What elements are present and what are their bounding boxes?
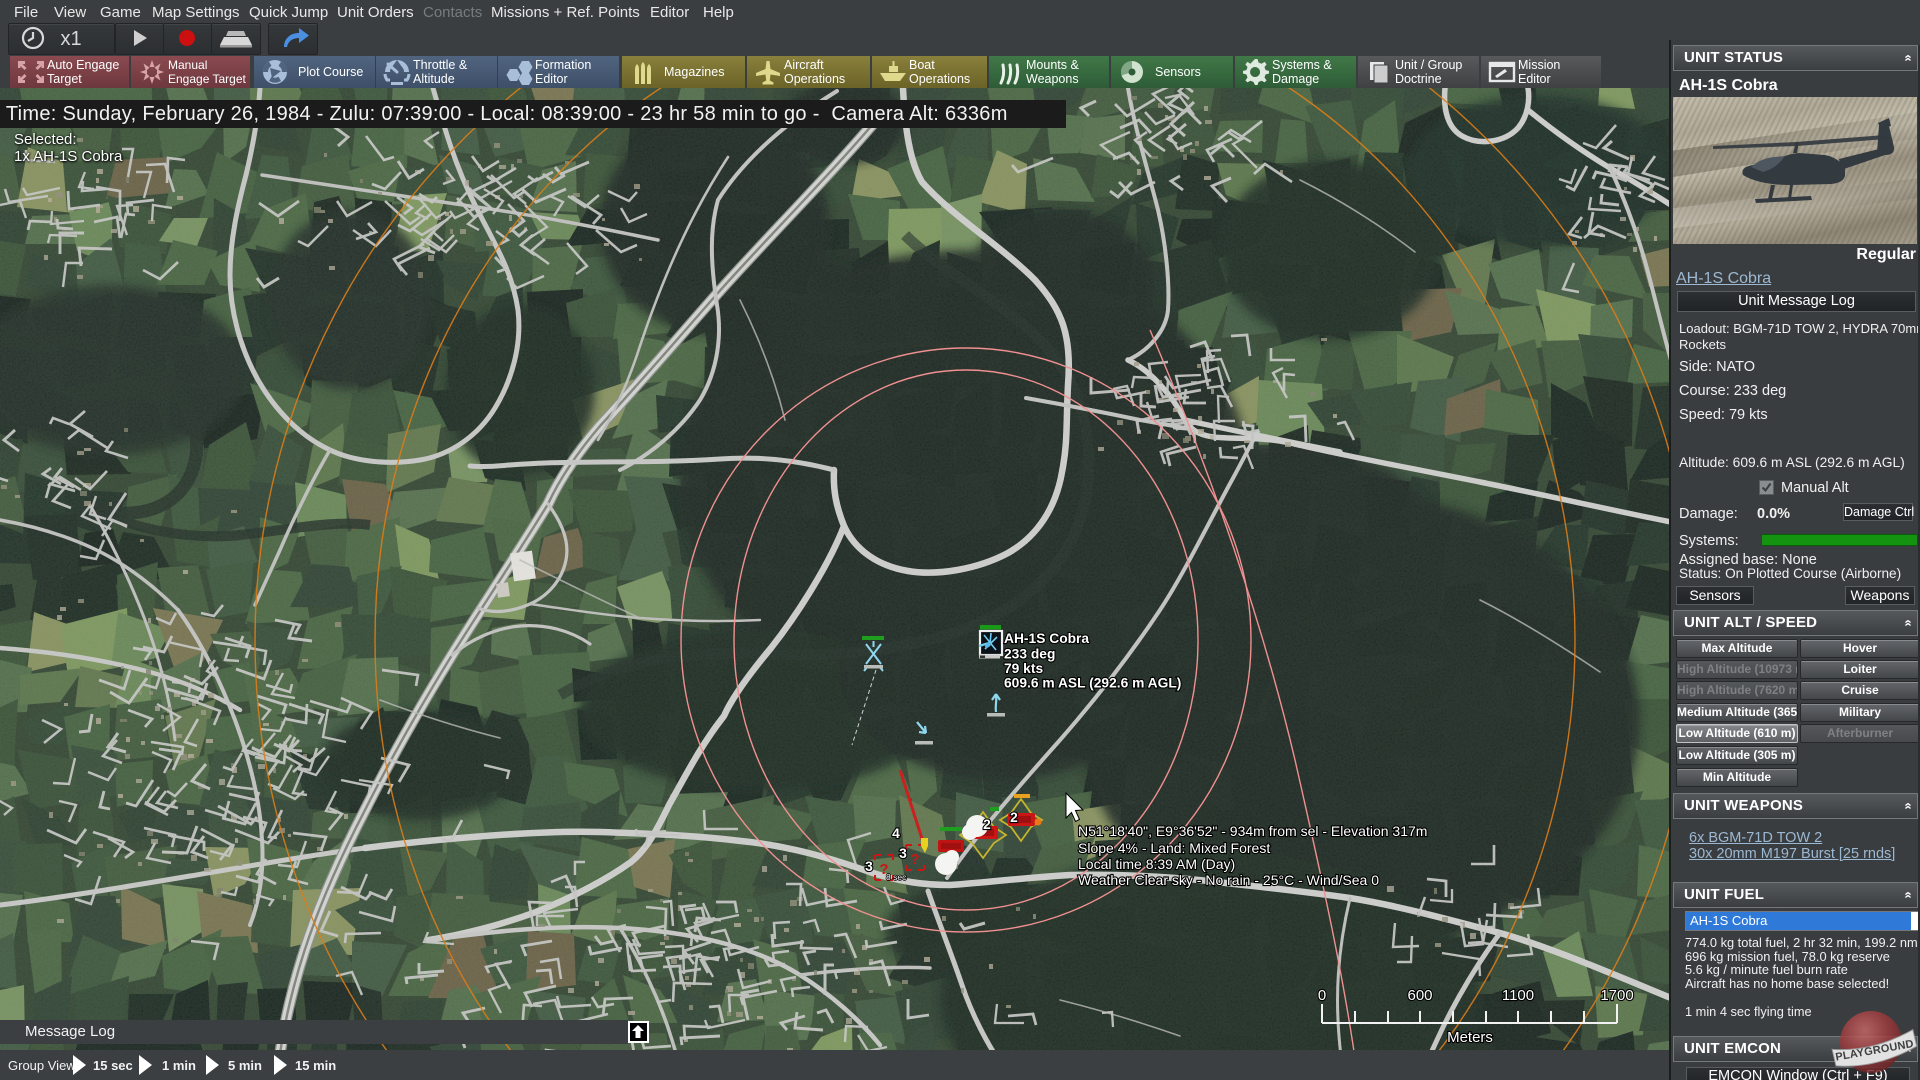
svg-text:Local time 8:39 AM (Day): Local time 8:39 AM (Day)	[1078, 856, 1235, 872]
svg-text:2: 2	[983, 817, 991, 832]
svg-text:Slope 4% - Land: Mixed Forest: Slope 4% - Land: Mixed Forest	[1078, 840, 1270, 856]
svg-text:609.6 m ASL (292.6 m AGL): 609.6 m ASL (292.6 m AGL)	[1004, 676, 1181, 691]
svg-text:600: 600	[1407, 987, 1432, 1004]
svg-text:1700: 1700	[1600, 987, 1633, 1004]
svg-text:4: 4	[892, 826, 900, 841]
svg-text:Weather Clear sky - No rain -: Weather Clear sky - No rain - 25°C - Win…	[1078, 872, 1379, 888]
svg-text:AH-1S Cobra: AH-1S Cobra	[1004, 631, 1089, 646]
svg-text:3: 3	[899, 846, 907, 861]
svg-text:2: 2	[1010, 810, 1018, 825]
svg-text:233 deg: 233 deg	[1004, 647, 1055, 662]
svg-text:Meters: Meters	[1447, 1029, 1493, 1046]
svg-text:0: 0	[1318, 987, 1326, 1004]
svg-text:79 kts: 79 kts	[1004, 661, 1043, 676]
svg-text:8 sec: 8 sec	[886, 872, 907, 882]
svg-text:x1: x1	[60, 28, 81, 50]
svg-text:?: ?	[910, 851, 919, 868]
svg-text:N51°18'40", E9°36'52" - 934m f: N51°18'40", E9°36'52" - 934m from sel - …	[1078, 823, 1427, 839]
svg-text:1100: 1100	[1502, 987, 1534, 1004]
svg-text:3: 3	[865, 859, 873, 874]
